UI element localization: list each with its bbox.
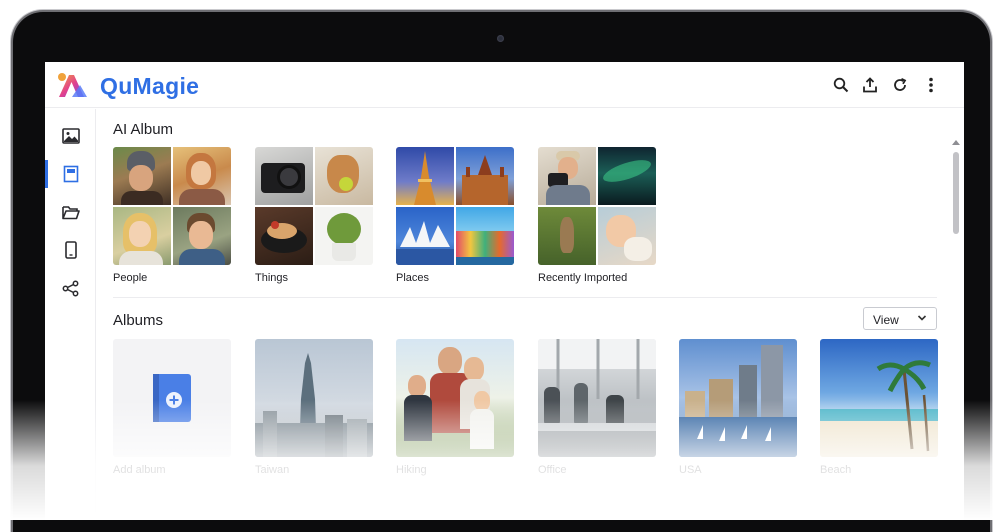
scroll-thumb[interactable] — [953, 152, 959, 234]
albums-heading: Albums — [113, 312, 164, 329]
album-label: Taiwan — [255, 464, 290, 476]
vertical-scrollbar[interactable] — [951, 140, 961, 520]
photos-icon — [61, 128, 80, 144]
chevron-down-icon — [917, 315, 927, 321]
ai-album-label: Recently Imported — [538, 272, 628, 284]
ai-album-label: People — [113, 272, 148, 284]
main-content: AI Album People Things Places Recently I… — [113, 109, 938, 520]
qumagie-logo-icon — [58, 73, 87, 97]
album-label: Add album — [113, 464, 166, 476]
album-card-hiking[interactable]: Hiking — [396, 339, 514, 476]
photo-thumbnail — [113, 207, 171, 265]
albums-icon — [63, 165, 78, 183]
upload-icon[interactable] — [859, 74, 881, 96]
ai-album-mosaic — [396, 147, 514, 265]
ai-album-mosaic — [255, 147, 373, 265]
add-album-card[interactable]: Add album — [113, 339, 231, 476]
photo-thumbnail — [173, 207, 231, 265]
ai-album-card-people[interactable]: People — [113, 147, 231, 284]
album-thumbnail — [255, 339, 373, 457]
view-dropdown[interactable]: View — [863, 307, 937, 330]
ai-album-label: Things — [255, 272, 289, 284]
album-card-usa[interactable]: USA — [679, 339, 797, 476]
view-dropdown-label: View — [873, 313, 899, 327]
photo-thumbnail — [396, 147, 454, 205]
ai-album-label: Places — [396, 272, 430, 284]
app-window: QuMagie AI Album People Things Places Re… — [45, 62, 964, 520]
sidebar-item-devices[interactable] — [45, 232, 96, 268]
folder-icon — [61, 205, 80, 219]
mobile-device-icon — [64, 241, 77, 259]
album-card-taiwan[interactable]: Taiwan — [255, 339, 373, 476]
album-card-beach[interactable]: Beach — [820, 339, 938, 476]
photo-thumbnail — [113, 147, 171, 205]
photo-thumbnail — [315, 207, 373, 265]
photo-thumbnail — [538, 207, 596, 265]
album-thumbnail — [820, 339, 938, 457]
sidebar-item-folders[interactable] — [45, 194, 96, 230]
album-thumbnail — [396, 339, 514, 457]
ai-album-heading: AI Album — [113, 121, 174, 138]
ai-album-card-things[interactable]: Things — [255, 147, 373, 284]
add-album-thumbnail — [113, 339, 231, 457]
app-title: QuMagie — [100, 73, 200, 99]
sidebar — [45, 109, 96, 520]
add-album-icon — [153, 374, 191, 422]
photo-thumbnail — [173, 147, 231, 205]
album-thumbnail — [538, 339, 656, 457]
photo-thumbnail — [598, 147, 656, 205]
photo-thumbnail — [598, 207, 656, 265]
sidebar-item-shared[interactable] — [45, 270, 96, 306]
webcam — [497, 35, 504, 42]
more-vertical-icon[interactable] — [920, 74, 942, 96]
ai-album-card-places[interactable]: Places — [396, 147, 514, 284]
album-label: Beach — [820, 464, 852, 476]
sidebar-item-albums[interactable] — [45, 156, 96, 192]
app-header: QuMagie — [45, 62, 964, 108]
photo-thumbnail — [315, 147, 373, 205]
scroll-up-arrow-icon[interactable] — [952, 140, 960, 145]
photo-thumbnail — [255, 207, 313, 265]
refresh-icon[interactable] — [889, 74, 911, 96]
album-label: Office — [538, 464, 567, 476]
sidebar-item-photos[interactable] — [45, 118, 96, 154]
share-icon — [62, 280, 79, 296]
ai-album-mosaic — [538, 147, 656, 265]
album-label: USA — [679, 464, 702, 476]
photo-thumbnail — [538, 147, 596, 205]
photo-thumbnail — [456, 207, 514, 265]
album-thumbnail — [679, 339, 797, 457]
search-icon[interactable] — [830, 74, 852, 96]
ai-album-mosaic — [113, 147, 231, 265]
photo-thumbnail — [255, 147, 313, 205]
album-card-office[interactable]: Office — [538, 339, 656, 476]
photo-thumbnail — [456, 147, 514, 205]
section-divider — [113, 297, 937, 298]
photo-thumbnail — [396, 207, 454, 265]
album-label: Hiking — [396, 464, 427, 476]
ai-album-card-recently-imported[interactable]: Recently Imported — [538, 147, 656, 284]
